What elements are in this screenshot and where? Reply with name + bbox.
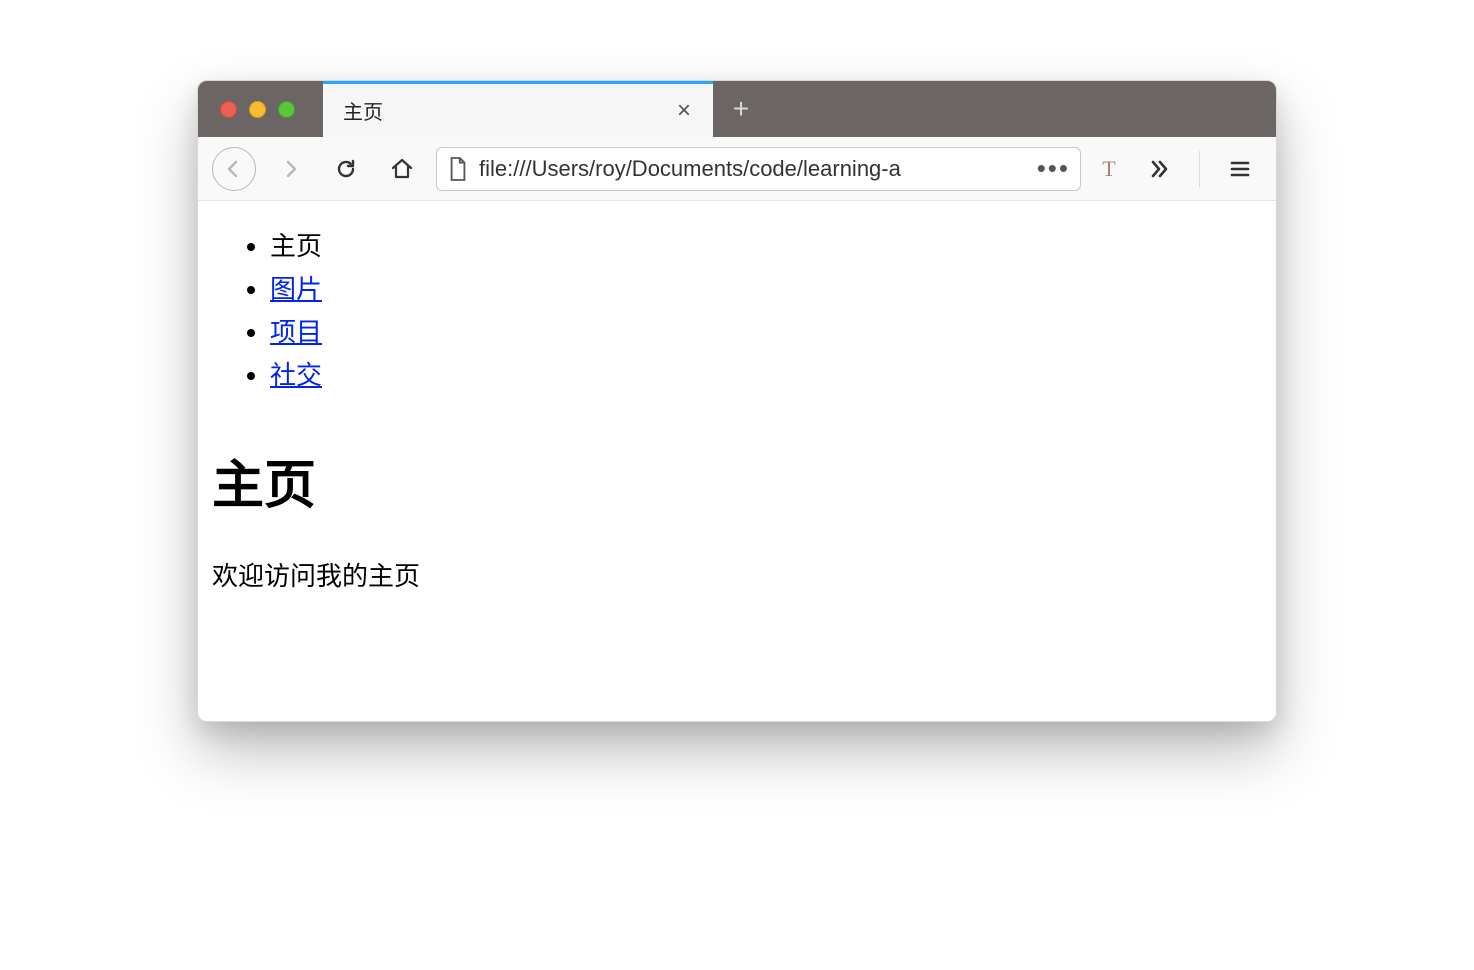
extension-label: T xyxy=(1102,156,1115,182)
tab-close-button[interactable]: × xyxy=(671,99,697,123)
nav-item-home: 主页 xyxy=(270,227,1262,266)
home-button[interactable] xyxy=(380,147,424,191)
browser-window: 主页 × + file:///Users/roy/Documents/code/… xyxy=(197,80,1277,722)
file-icon xyxy=(447,156,469,182)
new-tab-button[interactable]: + xyxy=(713,81,769,137)
nav-link-images[interactable]: 图片 xyxy=(270,274,322,304)
address-bar[interactable]: file:///Users/roy/Documents/code/learnin… xyxy=(436,147,1081,191)
nav-item-images: 图片 xyxy=(270,270,1262,309)
reload-button[interactable] xyxy=(324,147,368,191)
page-content: 主页 图片 项目 社交 主页 欢迎访问我的主页 xyxy=(198,201,1276,721)
back-button[interactable] xyxy=(212,147,256,191)
toolbar-separator xyxy=(1199,151,1200,187)
nav-item-social: 社交 xyxy=(270,356,1262,395)
nav-item-projects: 项目 xyxy=(270,313,1262,352)
arrow-left-icon xyxy=(222,157,246,181)
reload-icon xyxy=(334,157,358,181)
toolbar-overflow-button[interactable] xyxy=(1137,147,1181,191)
toolbar: file:///Users/roy/Documents/code/learnin… xyxy=(198,137,1276,201)
browser-tab[interactable]: 主页 × xyxy=(323,81,713,137)
window-controls xyxy=(198,81,323,137)
nav-link-social[interactable]: 社交 xyxy=(270,360,322,390)
page-actions-button[interactable]: ••• xyxy=(1029,153,1070,184)
window-close-button[interactable] xyxy=(220,101,237,118)
arrow-right-icon xyxy=(278,157,302,181)
nav-link-projects[interactable]: 项目 xyxy=(270,317,322,347)
home-icon xyxy=(390,157,414,181)
titlebar: 主页 × + xyxy=(198,81,1276,137)
forward-button[interactable] xyxy=(268,147,312,191)
hamburger-icon xyxy=(1228,157,1252,181)
nav-item-label: 主页 xyxy=(270,231,322,261)
tab-title: 主页 xyxy=(343,96,671,125)
extension-button[interactable]: T xyxy=(1093,153,1125,185)
chevron-double-right-icon xyxy=(1147,157,1171,181)
url-text: file:///Users/roy/Documents/code/learnin… xyxy=(479,156,1019,182)
welcome-text: 欢迎访问我的主页 xyxy=(212,556,1262,593)
window-zoom-button[interactable] xyxy=(278,101,295,118)
app-menu-button[interactable] xyxy=(1218,147,1262,191)
nav-list: 主页 图片 项目 社交 xyxy=(212,227,1262,395)
window-minimize-button[interactable] xyxy=(249,101,266,118)
page-heading: 主页 xyxy=(212,443,1262,518)
